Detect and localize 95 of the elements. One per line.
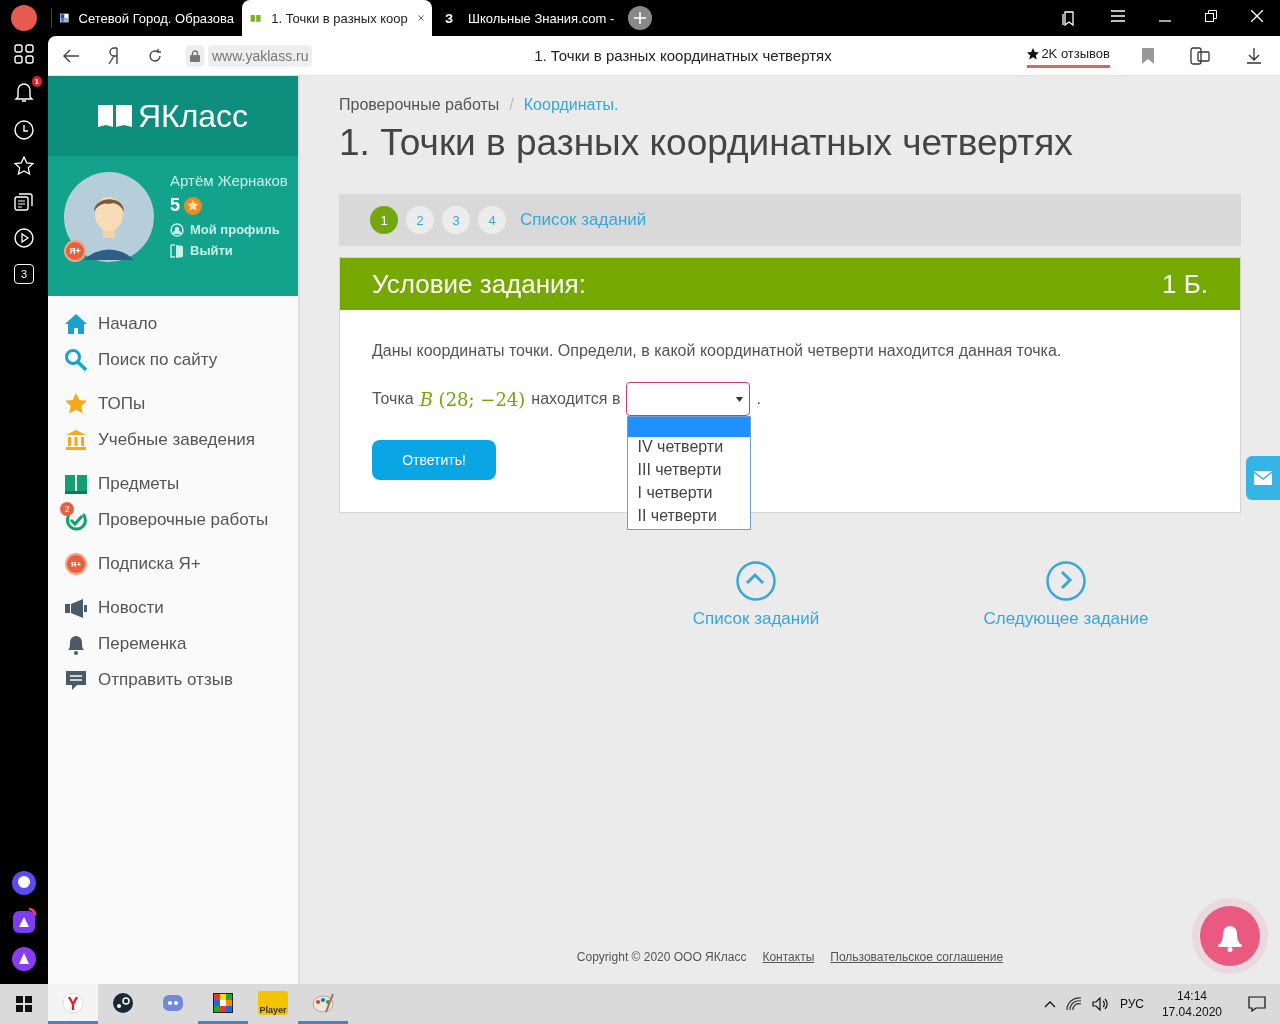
profile-avatar[interactable] — [11, 5, 37, 31]
tablet-icon[interactable] — [1190, 46, 1210, 65]
question-text: находится в — [531, 390, 621, 408]
bookmarks-icon[interactable] — [1061, 10, 1077, 26]
dropdown-option[interactable]: I четверти — [628, 483, 751, 506]
question-text: Точка — [372, 390, 414, 408]
nav-link[interactable]: Проверочные работы — [98, 510, 269, 530]
footer-link[interactable]: Контакты — [762, 950, 815, 964]
book-logo-icon — [97, 103, 132, 129]
nav-link[interactable]: ТОПы — [98, 394, 146, 414]
mail-icon — [1254, 471, 1272, 485]
chat-bubble-icon[interactable] — [11, 870, 37, 896]
dropdown-option[interactable]: IV четверти — [628, 437, 751, 460]
copyright-text: Copyright © 2020 ООО ЯКласс — [576, 950, 747, 964]
lock-icon[interactable] — [190, 49, 200, 62]
palette-icon — [312, 991, 334, 1014]
tab-title: 1. Точки в разных коор — [271, 10, 408, 26]
volume-icon[interactable] — [1091, 997, 1110, 1011]
nav-link[interactable]: Переменка — [98, 634, 187, 654]
alice-icon[interactable] — [11, 946, 37, 972]
taskbar-app[interactable]: Player — [248, 984, 298, 1024]
star-icon — [64, 392, 88, 416]
browser-tab[interactable]: 1. Точки в разных коор — [242, 0, 432, 36]
yandex-icon[interactable] — [107, 46, 119, 65]
nav-link[interactable]: Начало — [98, 314, 158, 334]
dropdown-arrow-icon — [736, 396, 744, 402]
steam-icon — [112, 991, 134, 1014]
favicon-letter: З — [443, 10, 455, 26]
person-icon — [170, 222, 184, 237]
building-icon — [64, 428, 88, 452]
math-expression: B (28; −24) — [419, 388, 526, 410]
clock-icon[interactable] — [14, 120, 34, 140]
notification-button[interactable] — [1200, 906, 1260, 966]
close-icon[interactable] — [1251, 10, 1263, 22]
caret-up-icon[interactable] — [1043, 1000, 1056, 1008]
play-icon[interactable] — [14, 228, 34, 248]
bell-icon[interactable] — [14, 81, 34, 103]
breadcrumb-item: Проверочные работы — [339, 96, 500, 114]
home-icon — [64, 312, 88, 336]
nav-link[interactable]: Отправить отзыв — [98, 670, 233, 690]
download-icon[interactable] — [1246, 47, 1262, 64]
nav-link[interactable]: Поиск по сайту — [98, 350, 218, 370]
chat-icon — [64, 668, 88, 692]
megaphone-icon — [64, 596, 88, 620]
notification-badge: 1 — [31, 76, 42, 87]
alice-app-icon[interactable] — [11, 908, 37, 934]
clock-time[interactable]: 14:14 — [1176, 988, 1207, 1004]
count-badge: 2 — [60, 502, 74, 516]
card-title: Условие задания: — [372, 268, 586, 300]
reload-icon[interactable] — [147, 47, 163, 64]
breadcrumb-separator: / — [509, 96, 514, 114]
dropdown-option[interactable]: III четверти — [628, 460, 751, 483]
notifications-icon[interactable] — [1248, 996, 1266, 1012]
tab-title: Школьные Знания.com - — [468, 10, 615, 26]
browser-tab[interactable]: Сетевой Город. Образова — [52, 0, 242, 36]
star-icon — [1027, 47, 1040, 60]
zen-button[interactable]: 3 — [14, 264, 34, 284]
subscription-badge: Я+ — [64, 240, 86, 262]
star-medal-icon — [184, 196, 202, 215]
network-icon[interactable] — [1065, 997, 1082, 1011]
subscription-icon: Я+ — [65, 553, 87, 575]
tab-title: Сетевой Город. Образова — [78, 10, 234, 26]
score-value: 5 — [170, 195, 180, 216]
page-title: 1. Точки в разных координатных четвертях — [533, 47, 833, 64]
page-heading: 1. Точки в разных координатных четвертях — [339, 122, 1074, 164]
points-label: 1 Б. — [1162, 268, 1208, 300]
language-indicator[interactable]: РУС — [1119, 997, 1144, 1011]
windows-start-icon[interactable] — [16, 996, 32, 1012]
yandex-browser-icon — [62, 991, 84, 1014]
nav-link[interactable]: Предметы — [98, 474, 180, 494]
reviews-button[interactable]: 2K отзывов — [1027, 43, 1110, 68]
books-icon — [64, 472, 88, 496]
cube-icon — [212, 991, 234, 1014]
apps-grid-icon[interactable] — [14, 44, 34, 64]
new-tab-button[interactable] — [628, 6, 652, 30]
url-field[interactable]: www.yaklass.ru — [208, 44, 313, 67]
player-app-icon: Player — [258, 990, 288, 1015]
bookmark-icon[interactable] — [1142, 47, 1154, 64]
browser-tab[interactable]: З Школьные Знания.com - — [432, 0, 622, 36]
back-arrow-icon[interactable] — [63, 48, 79, 63]
task-text: Даны координаты точки. Определи, в какой координатной четверти находится данная точка. — [372, 342, 1063, 360]
restore-icon[interactable] — [1205, 10, 1217, 22]
search-icon — [64, 348, 88, 372]
nav-link[interactable]: Учебные заведения — [98, 430, 256, 450]
door-icon — [170, 243, 184, 258]
collections-icon[interactable] — [14, 192, 34, 212]
clock-date[interactable]: 17.04.2020 — [1161, 1004, 1222, 1020]
plus-icon — [634, 12, 646, 24]
dropdown-option[interactable]: II четверти — [628, 506, 751, 529]
nav-link[interactable]: Новости — [98, 598, 164, 618]
footer-link[interactable]: Пользовательское соглашение — [830, 950, 1004, 964]
menu-icon[interactable] — [1111, 10, 1125, 22]
star-icon[interactable] — [14, 156, 34, 176]
nav-link[interactable]: Подписка Я+ — [98, 554, 201, 574]
question-text: . — [756, 390, 761, 408]
